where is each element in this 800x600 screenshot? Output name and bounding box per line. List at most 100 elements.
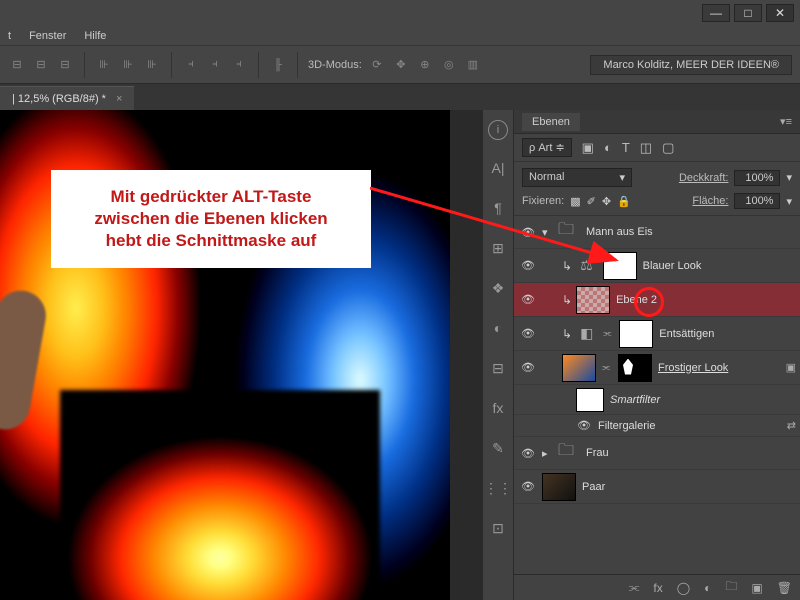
visibility-icon[interactable]: 👁: [520, 360, 536, 376]
option-icon[interactable]: ╟: [269, 56, 287, 74]
distribute-icon[interactable]: ⊪: [119, 56, 137, 74]
brush-presets-icon[interactable]: ⋮⋮: [484, 476, 512, 500]
layer-name[interactable]: Frostiger Look: [658, 362, 728, 374]
filter-type-icon[interactable]: T: [622, 140, 630, 155]
layer-row[interactable]: 👁 ⫘ Frostiger Look ▣: [514, 351, 800, 385]
filter-pixel-icon[interactable]: ▣: [582, 140, 594, 156]
menu-item-help[interactable]: Hilfe: [84, 30, 106, 42]
lock-pixels-icon[interactable]: ✐: [587, 195, 596, 208]
visibility-icon[interactable]: [520, 418, 536, 434]
filter-type-select[interactable]: ρ Art ≑: [522, 138, 572, 157]
layer-row[interactable]: 👁 Filtergalerie ⇄: [514, 415, 800, 437]
maximize-button[interactable]: □: [734, 4, 762, 22]
layer-thumb[interactable]: [562, 354, 596, 382]
3d-icon[interactable]: ⟳: [368, 56, 386, 74]
fill-label[interactable]: Fläche:: [692, 195, 728, 207]
layer-name[interactable]: Ebene 2: [616, 294, 657, 306]
layer-name[interactable]: Mann aus Eis: [586, 226, 653, 238]
layer-name[interactable]: Filtergalerie: [598, 420, 655, 432]
dropdown-icon[interactable]: ▾: [786, 171, 792, 184]
3d-icon[interactable]: ▥: [464, 56, 482, 74]
panel-menu-icon[interactable]: ▾≡: [780, 115, 792, 128]
disclosure-icon[interactable]: ▾: [542, 226, 552, 239]
distribute-icon[interactable]: ⫞: [230, 56, 248, 74]
visibility-icon[interactable]: 👁: [520, 479, 536, 495]
layer-row[interactable]: 👁 ↳ ◧ ⫘ Entsättigen: [514, 317, 800, 351]
filter-shape-icon[interactable]: ◫: [640, 140, 652, 156]
visibility-icon[interactable]: 👁: [520, 326, 536, 342]
visibility-icon[interactable]: 👁: [520, 224, 536, 240]
layer-group[interactable]: 👁 ▾ 🗀 Mann aus Eis: [514, 216, 800, 249]
layer-group[interactable]: 👁 ▸ 🗀 Frau: [514, 437, 800, 470]
fill-input[interactable]: 100%: [734, 193, 780, 209]
adjustments-icon[interactable]: ⊟: [484, 356, 512, 380]
new-layer-icon[interactable]: ▣: [751, 581, 762, 595]
visibility-icon[interactable]: 👁: [520, 258, 536, 274]
mask-thumb[interactable]: [619, 320, 653, 348]
distribute-icon[interactable]: ⫞: [206, 56, 224, 74]
3d-icon[interactable]: ⊕: [416, 56, 434, 74]
note-line: hebt die Schnittmaske auf: [63, 230, 359, 252]
layer-name[interactable]: Entsättigen: [659, 328, 714, 340]
filter-settings-icon[interactable]: ⇄: [787, 419, 796, 432]
layer-row[interactable]: Smartfilter: [514, 385, 800, 415]
3d-icon[interactable]: ✥: [392, 56, 410, 74]
layer-row[interactable]: 👁 ↳ ⚖ Blauer Look: [514, 249, 800, 283]
layer-row[interactable]: 👁 Paar: [514, 470, 800, 504]
styles-icon[interactable]: fx: [484, 396, 512, 420]
visibility-icon[interactable]: 👁: [520, 445, 536, 461]
lock-all-icon[interactable]: 🔒: [617, 195, 631, 208]
close-button[interactable]: ✕: [766, 4, 794, 22]
layer-thumb[interactable]: [576, 286, 610, 314]
layer-name[interactable]: Blauer Look: [643, 260, 702, 272]
distribute-icon[interactable]: ⊪: [143, 56, 161, 74]
menu-item-window[interactable]: Fenster: [29, 30, 66, 42]
color-icon[interactable]: ◐: [484, 316, 512, 340]
lock-position-icon[interactable]: ✥: [602, 195, 611, 208]
layer-name[interactable]: Frau: [586, 447, 609, 459]
layer-row-selected[interactable]: 👁 ↳ Ebene 2: [514, 283, 800, 317]
distribute-icon[interactable]: ⫞: [182, 56, 200, 74]
fx-icon[interactable]: fx: [653, 581, 662, 595]
filter-smart-icon[interactable]: ▢: [662, 140, 674, 156]
delete-icon[interactable]: 🗑: [777, 581, 792, 595]
dropdown-icon[interactable]: ▾: [786, 195, 792, 208]
lock-transparency-icon[interactable]: ▩: [570, 195, 580, 208]
adjustment-icon[interactable]: ◐: [704, 581, 711, 595]
disclosure-icon[interactable]: ▸: [542, 447, 552, 460]
visibility-icon[interactable]: [520, 392, 536, 408]
opacity-input[interactable]: 100%: [734, 170, 780, 186]
close-tab-icon[interactable]: ×: [116, 93, 122, 105]
layer-name: Smartfilter: [610, 394, 660, 406]
group-icon[interactable]: 🗀: [725, 577, 737, 598]
link-layers-icon[interactable]: ⫘: [629, 580, 640, 595]
distribute-icon[interactable]: ⊪: [95, 56, 113, 74]
layer-name[interactable]: Paar: [582, 481, 605, 493]
character-icon[interactable]: A|: [484, 156, 512, 180]
document-tab[interactable]: | 12,5% (RGB/8#) * ×: [0, 86, 134, 110]
align-icon[interactable]: ⊟: [56, 56, 74, 74]
blend-mode-select[interactable]: Normal ▾: [522, 168, 632, 187]
minimize-button[interactable]: —: [702, 4, 730, 22]
mask-thumb[interactable]: [603, 252, 637, 280]
menu-item-t[interactable]: t: [8, 30, 11, 42]
align-icon[interactable]: ⊟: [32, 56, 50, 74]
info-icon[interactable]: i: [488, 120, 508, 140]
swatches-icon[interactable]: ❖: [484, 276, 512, 300]
panel-tab-layers[interactable]: Ebenen: [522, 113, 580, 131]
mask-icon[interactable]: ◯: [677, 581, 690, 595]
visibility-icon[interactable]: 👁: [520, 292, 536, 308]
layer-thumb[interactable]: [542, 473, 576, 501]
user-badge[interactable]: Marco Kolditz, MEER DER IDEEN®: [590, 55, 792, 75]
paragraph-icon[interactable]: ¶: [484, 196, 512, 220]
clone-icon[interactable]: ⊡: [484, 516, 512, 540]
visibility-icon[interactable]: 👁: [576, 418, 592, 434]
mask-thumb[interactable]: [618, 354, 652, 382]
filter-mask-thumb[interactable]: [576, 388, 604, 412]
3d-icon[interactable]: ◎: [440, 56, 458, 74]
brush-icon[interactable]: ✎: [484, 436, 512, 460]
align-icon[interactable]: ⊟: [8, 56, 26, 74]
styles-icon[interactable]: ⊞: [484, 236, 512, 260]
opacity-label[interactable]: Deckkraft:: [679, 172, 729, 184]
filter-adjust-icon[interactable]: ◐: [604, 140, 612, 155]
